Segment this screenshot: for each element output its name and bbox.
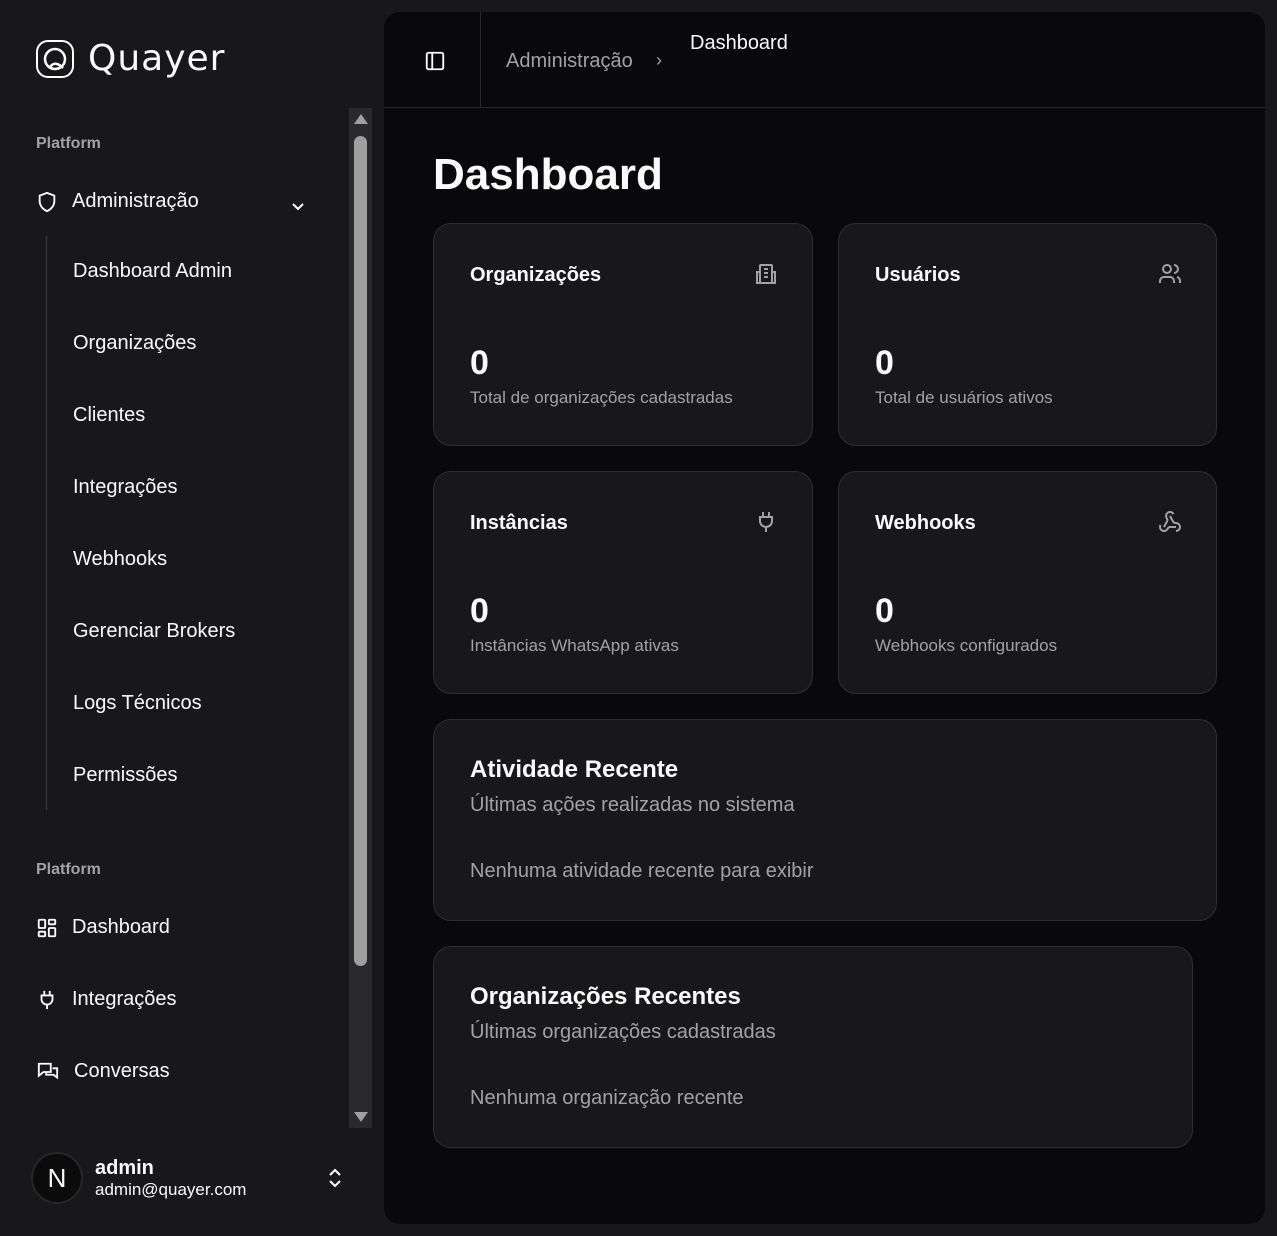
user-name: admin [95, 1156, 154, 1179]
chevrons-up-down-icon[interactable] [327, 1167, 343, 1189]
sidebar-item-label: Administração [72, 190, 199, 212]
sidebar-item-dashboard[interactable]: Dashboard [36, 916, 170, 939]
stat-title: Webhooks [875, 512, 976, 534]
messages-icon [37, 1062, 59, 1079]
stat-card-instancias: Instâncias 0 Instâncias WhatsApp ativas [433, 471, 813, 694]
building-icon [756, 264, 776, 284]
users-icon [1159, 264, 1181, 283]
plug-icon [759, 512, 773, 532]
sidebar-subitem-integracoes[interactable]: Integrações [73, 476, 178, 499]
scrollbar-thumb[interactable] [354, 136, 367, 966]
sidebar: Quayer Platform Administração Dashboard … [0, 0, 384, 1236]
stat-title: Instâncias [470, 512, 568, 534]
card-title: Organizações Recentes [470, 983, 741, 1010]
recent-activity-card: Atividade Recente Últimas ações realizad… [433, 719, 1217, 921]
sidebar-subitem-dashboard-admin[interactable]: Dashboard Admin [73, 260, 232, 283]
logo[interactable]: Quayer [36, 38, 225, 79]
empty-state: Nenhuma organização recente [470, 1087, 744, 1109]
main-panel: Administração › Dashboard Dashboard Orga… [384, 12, 1265, 1224]
sidebar-item-conversas[interactable]: Conversas [36, 1060, 170, 1083]
sidebar-item-integracoes[interactable]: Integrações [36, 988, 177, 1011]
sidebar-subitem-permissoes[interactable]: Permissões [73, 764, 177, 787]
card-subtitle: Últimas organizações cadastradas [470, 1021, 776, 1043]
webhook-icon [1158, 511, 1181, 532]
shield-icon [38, 191, 56, 212]
breadcrumb-current: Dashboard [690, 32, 788, 54]
sidebar-item-administracao[interactable]: Administração [36, 190, 306, 213]
header: Administração › Dashboard [384, 12, 1265, 108]
sidebar-subitem-webhooks[interactable]: Webhooks [73, 548, 167, 571]
stat-description: Total de usuários ativos [875, 388, 1053, 407]
stat-card-webhooks: Webhooks 0 Webhooks configurados [838, 471, 1217, 694]
stat-value: 0 [470, 344, 489, 382]
stat-title: Organizações [470, 264, 602, 286]
sidebar-item-label: Dashboard [72, 916, 170, 938]
stat-value: 0 [875, 592, 894, 630]
user-menu[interactable]: N admin admin@quayer.com [31, 1152, 351, 1204]
breadcrumb-administracao[interactable]: Administração [506, 50, 633, 73]
group-label-platform-2: Platform [36, 861, 101, 878]
stat-card-usuarios: Usuários 0 Total de usuários ativos [838, 223, 1217, 446]
stat-value: 0 [470, 592, 489, 630]
card-title: Atividade Recente [470, 756, 679, 783]
sidebar-subitem-gerenciar-brokers[interactable]: Gerenciar Brokers [73, 620, 235, 643]
breadcrumb-chevron-icon: › [656, 50, 662, 70]
card-subtitle: Últimas ações realizadas no sistema [470, 794, 795, 816]
stat-card-organizacoes: Organizações 0 Total de organizações cad… [433, 223, 813, 446]
user-email: admin@quayer.com [95, 1179, 247, 1199]
stat-title: Usuários [875, 264, 961, 286]
scroll-down-arrow-icon[interactable] [354, 1112, 368, 1122]
brand-name: Quayer [88, 38, 226, 79]
plug-icon [40, 990, 54, 1009]
stat-value: 0 [875, 344, 894, 382]
scroll-up-arrow-icon[interactable] [354, 114, 368, 124]
sidebar-subitem-clientes[interactable]: Clientes [73, 404, 145, 427]
sidebar-subitem-organizacoes[interactable]: Organizações [73, 332, 196, 355]
page-title: Dashboard [433, 150, 663, 199]
layout-grid-icon [37, 918, 57, 937]
stat-description: Webhooks configurados [875, 636, 1058, 655]
avatar: N [31, 1152, 83, 1204]
submenu-line [46, 236, 47, 810]
empty-state: Nenhuma atividade recente para exibir [470, 860, 814, 882]
quayer-logo-icon [36, 39, 74, 78]
header-divider [480, 12, 481, 108]
sidebar-item-label: Integrações [72, 988, 177, 1010]
recent-organizations-card: Organizações Recentes Últimas organizaçõ… [433, 946, 1193, 1148]
group-label-platform: Platform [36, 135, 101, 152]
chevron-down-icon[interactable] [290, 198, 306, 214]
sidebar-subitem-logs-tecnicos[interactable]: Logs Técnicos [73, 692, 202, 715]
sidebar-item-label: Conversas [74, 1060, 170, 1082]
stat-description: Instâncias WhatsApp ativas [470, 636, 679, 655]
sidebar-scrollbar[interactable] [349, 108, 372, 1128]
stat-description: Total de organizações cadastradas [470, 388, 733, 407]
sidebar-toggle-icon[interactable] [424, 50, 446, 72]
